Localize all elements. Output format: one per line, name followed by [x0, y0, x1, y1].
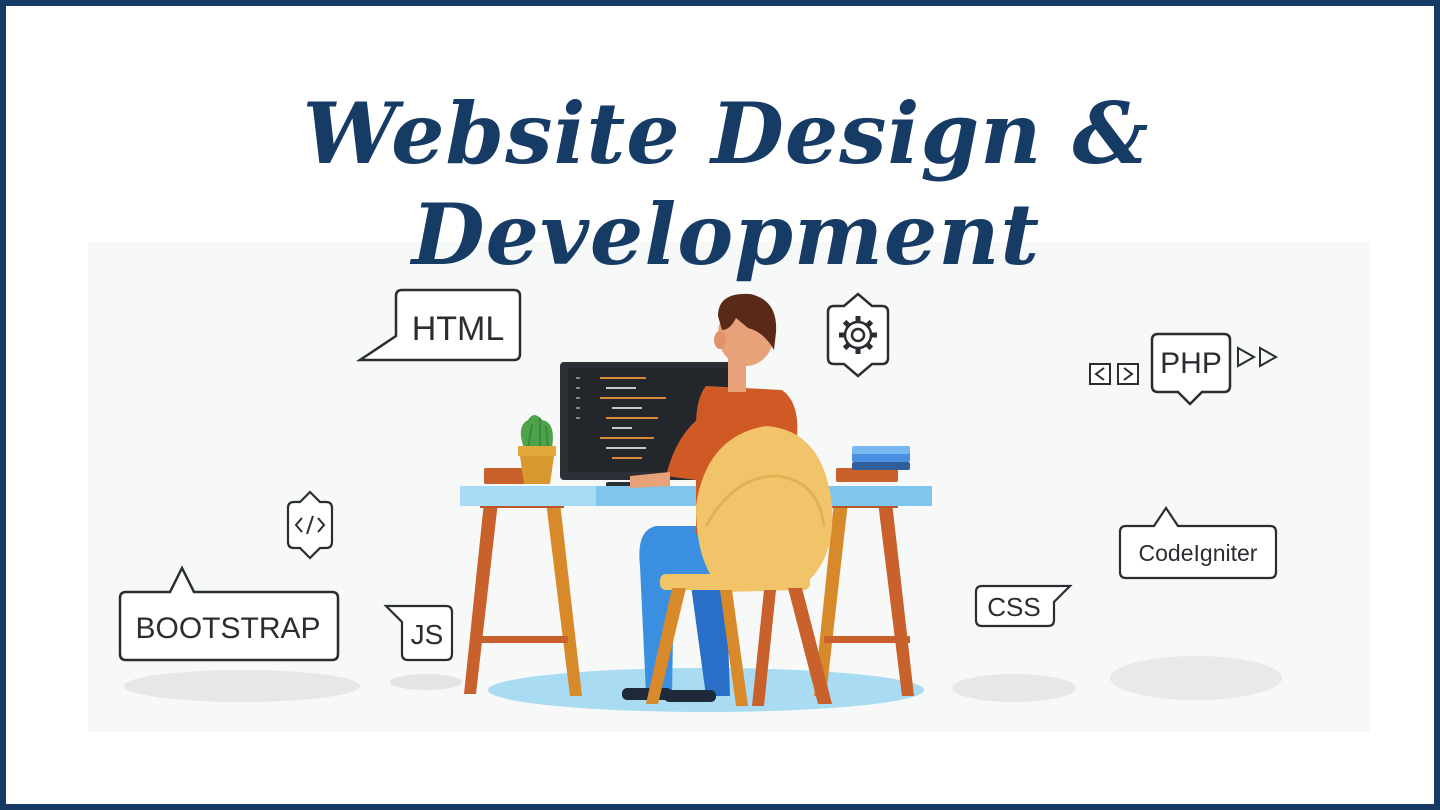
bootstrap-tag-label: BOOTSTRAP	[135, 612, 320, 645]
shadow-js	[390, 674, 462, 690]
banner-frame: Website Design & Development HTML PHP BO…	[0, 0, 1440, 810]
illustration: HTML PHP BOOTSTRAP JS CSS CodeIgniter	[118, 288, 1282, 712]
js-tag: JS	[383, 604, 454, 662]
potted-plant	[518, 415, 556, 484]
codeigniter-tag-label: CodeIgniter	[1139, 540, 1258, 566]
html-tag: HTML	[355, 288, 522, 362]
book-stack	[836, 446, 910, 482]
css-tag-label: CSS	[987, 592, 1040, 622]
php-tag: PHP	[1150, 332, 1232, 406]
html-tag-label: HTML	[412, 310, 505, 348]
code-badge	[286, 490, 334, 560]
desk-highlight	[460, 486, 596, 506]
shadow-left	[124, 670, 360, 702]
bootstrap-tag: BOOTSTRAP	[118, 565, 340, 662]
gear-badge	[826, 292, 890, 378]
play-arrows-icon	[1237, 346, 1279, 368]
shadow-css	[952, 674, 1076, 702]
php-tag-label: PHP	[1160, 347, 1222, 380]
codeigniter-tag: CodeIgniter	[1118, 506, 1278, 580]
shadow-right	[1110, 656, 1282, 700]
nav-arrows-icon	[1089, 363, 1139, 385]
css-tag: CSS	[974, 584, 1073, 628]
js-tag-label: JS	[411, 619, 444, 650]
